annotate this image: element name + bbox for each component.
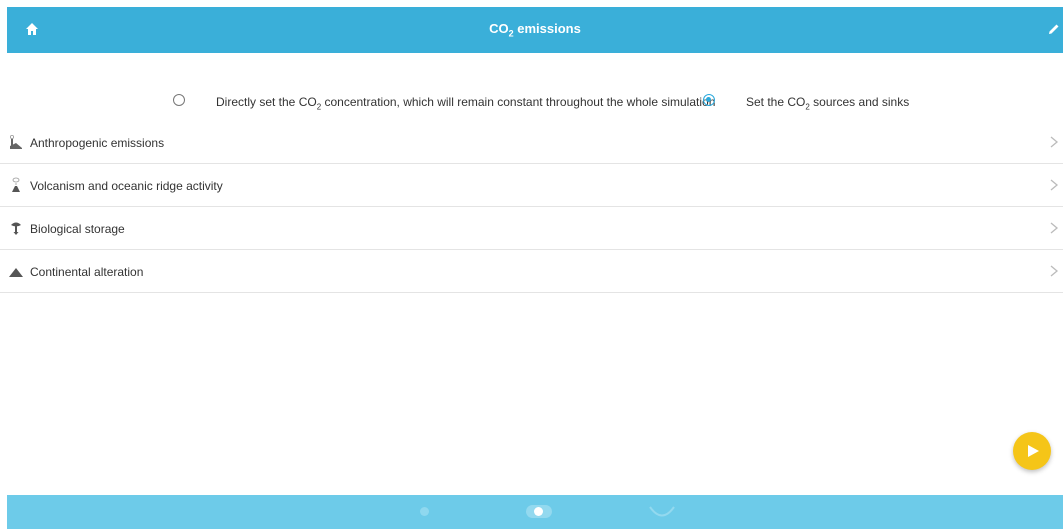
tree-icon bbox=[11, 222, 21, 235]
list-item-biological[interactable]: Biological storage bbox=[0, 207, 1063, 250]
toggle-switch[interactable] bbox=[526, 505, 552, 518]
radio-sources-sinks-label[interactable]: Set the CO2 sources and sinks bbox=[746, 95, 909, 111]
list-item-anthropogenic[interactable]: Anthropogenic emissions bbox=[0, 121, 1063, 164]
list-item-volcanism[interactable]: Volcanism and oceanic ridge activity bbox=[0, 164, 1063, 207]
factory-icon bbox=[10, 134, 22, 149]
play-button[interactable] bbox=[1013, 432, 1051, 470]
app-header: CO2 emissions bbox=[7, 7, 1063, 53]
page-title: CO2 emissions bbox=[489, 21, 581, 39]
mountain-icon bbox=[9, 268, 23, 277]
list-item-label: Biological storage bbox=[30, 222, 125, 236]
chevron-right-icon bbox=[1050, 136, 1059, 148]
list-item-continental[interactable]: Continental alteration bbox=[0, 250, 1063, 293]
pencil-icon[interactable] bbox=[1047, 22, 1061, 36]
spinner-icon[interactable] bbox=[647, 502, 677, 522]
radio-direct-concentration[interactable] bbox=[173, 94, 185, 106]
list-item-label: Continental alteration bbox=[30, 265, 144, 279]
radio-sources-sinks[interactable] bbox=[703, 94, 715, 106]
sources-sinks-list: Anthropogenic emissions Volcanism and oc… bbox=[0, 121, 1063, 293]
chevron-right-icon bbox=[1050, 265, 1059, 277]
list-item-label: Anthropogenic emissions bbox=[30, 136, 165, 150]
volcano-icon bbox=[12, 177, 20, 192]
chevron-right-icon bbox=[1050, 222, 1059, 234]
chevron-right-icon bbox=[1050, 179, 1059, 191]
play-icon bbox=[1028, 445, 1039, 457]
footer-bar bbox=[7, 495, 1063, 529]
dot-icon[interactable] bbox=[420, 507, 429, 516]
mode-selector: Directly set the CO2 concentration, whic… bbox=[0, 92, 1063, 112]
list-item-label: Volcanism and oceanic ridge activity bbox=[30, 179, 223, 193]
radio-direct-concentration-label[interactable]: Directly set the CO2 concentration, whic… bbox=[216, 95, 715, 111]
